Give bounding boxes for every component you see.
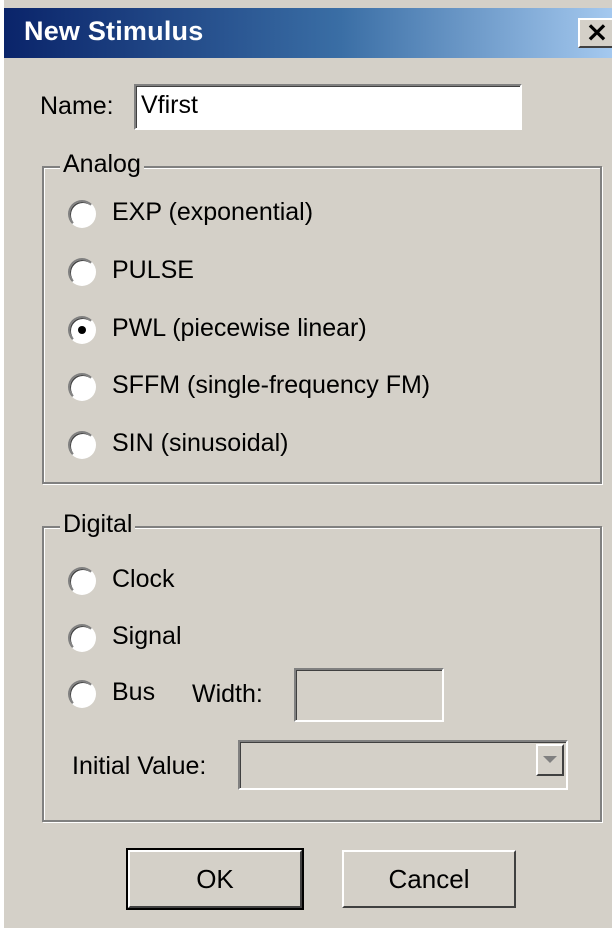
radio-button[interactable] (68, 316, 96, 344)
digital-option-label: Clock (112, 565, 175, 593)
analog-option-label: EXP (exponential) (112, 198, 314, 226)
radio-button[interactable] (68, 200, 96, 228)
radio-button[interactable] (68, 431, 96, 459)
close-icon: × (585, 15, 609, 48)
analog-option-label: PULSE (112, 256, 194, 284)
digital-group-title: Digital (60, 510, 136, 539)
analog-option-label: SFFM (single-frequency FM) (112, 371, 431, 399)
ok-button[interactable]: OK (126, 848, 304, 910)
radio-button[interactable] (68, 680, 96, 708)
name-label: Name: (40, 92, 114, 120)
title-bar[interactable]: New Stimulus × (4, 8, 612, 58)
initial-value-label: Initial Value: (72, 752, 207, 780)
analog-option-label: PWL (piecewise linear) (112, 314, 367, 342)
chevron-down-icon (543, 756, 557, 763)
width-input[interactable] (294, 668, 444, 722)
analog-group-title: Analog (60, 150, 144, 179)
cancel-button[interactable]: Cancel (342, 850, 516, 908)
radio-button[interactable] (68, 373, 96, 401)
name-input[interactable]: Vfirst (134, 84, 522, 130)
digital-option-label: Bus (112, 678, 156, 706)
initial-value-select[interactable] (238, 740, 568, 790)
radio-button[interactable] (68, 258, 96, 286)
dropdown-button[interactable] (536, 744, 564, 776)
window-title: New Stimulus (24, 16, 204, 46)
radio-button[interactable] (68, 567, 96, 595)
digital-option-label: Signal (112, 622, 182, 650)
radio-button[interactable] (68, 624, 96, 652)
new-stimulus-dialog: New Stimulus × Name: Vfirst Analog EXP (… (0, 0, 612, 928)
close-button[interactable]: × (578, 18, 612, 48)
width-label: Width: (192, 680, 263, 708)
analog-option-label: SIN (sinusoidal) (112, 429, 289, 457)
radio-selected-dot-icon (78, 326, 86, 334)
